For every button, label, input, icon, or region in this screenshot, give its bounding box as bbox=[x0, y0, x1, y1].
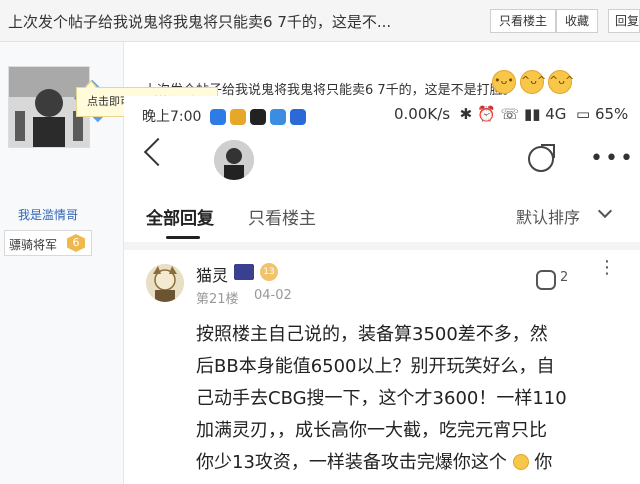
favorite-button[interactable]: 收藏 bbox=[556, 9, 599, 33]
sort-dropdown[interactable]: 默认排序 bbox=[516, 204, 580, 228]
share-icon[interactable] bbox=[528, 144, 555, 172]
comment-line: 按照楼主自己说的，装备算3500差不多，然 bbox=[196, 324, 548, 345]
battery-percent: 65% bbox=[594, 105, 629, 123]
app-icon bbox=[210, 109, 226, 125]
comment-item: 猫灵 13 第21楼 04-02 2 ⋮ 按照楼主自己说的，装备算3500差不多… bbox=[124, 250, 640, 484]
status-bar: 晚上7:00 0.00K/s ✱ ⏰ ☏ ▮▮ 4G ▭ 65% bbox=[124, 102, 640, 130]
active-tab-indicator bbox=[166, 236, 200, 239]
author-name[interactable]: 我是滥情哥 bbox=[18, 206, 78, 223]
more-icon[interactable]: ⋮ bbox=[598, 259, 616, 277]
level-badge: 13 bbox=[260, 263, 278, 281]
status-time: 晚上7:00 bbox=[142, 109, 202, 125]
divider bbox=[124, 242, 640, 250]
emoji-icon: ^ᴗ^ bbox=[548, 70, 574, 94]
back-icon[interactable] bbox=[143, 137, 173, 167]
emoji-icon: ^ᴗ^ bbox=[520, 70, 546, 94]
commenter-avatar[interactable] bbox=[146, 264, 184, 302]
comment-line: 后BB本身能值6500以上？别开玩笑好么，自 bbox=[196, 356, 555, 377]
chevron-down-icon[interactable] bbox=[597, 203, 613, 219]
like-icon[interactable] bbox=[536, 270, 556, 290]
tab-all-replies[interactable]: 全部回复 bbox=[146, 204, 214, 229]
reply-tabs: 全部回复 只看楼主 默认排序 bbox=[124, 194, 640, 243]
status-right: 0.00K/s ✱ ⏰ ☏ ▮▮ 4G ▭ 65% bbox=[394, 105, 628, 123]
like-count: 2 bbox=[560, 270, 569, 285]
nav-bar: ••• bbox=[124, 136, 640, 186]
signal-label: 4G bbox=[545, 105, 567, 123]
level-badge: 6 bbox=[67, 234, 85, 252]
only-op-button[interactable]: 只看楼主 bbox=[490, 9, 557, 33]
smile-emoji-icon bbox=[512, 454, 529, 470]
app-icon bbox=[270, 109, 286, 125]
rank-label: 骠骑将军 bbox=[9, 238, 58, 252]
tab-only-op[interactable]: 只看楼主 bbox=[248, 204, 316, 229]
comment-date: 04-02 bbox=[254, 288, 292, 303]
bluetooth-icon: ✱ ⏰ ☏ ▮▮ bbox=[454, 105, 541, 123]
post-title: 上次发个帖子给我说鬼将我鬼将只能卖6 7千的，这是不... bbox=[8, 13, 392, 31]
author-rank: 骠骑将军 6 bbox=[4, 230, 92, 256]
vip-badge-icon bbox=[234, 264, 254, 280]
top-bar: 上次发个帖子给我说鬼将我鬼将只能卖6 7千的，这是不... 只看楼主 收藏 回复 bbox=[0, 0, 640, 42]
comment-line: 己动手去CBG搜一下，这个才3600！一样110 bbox=[196, 388, 567, 409]
comment-line: 你少13攻资，一样装备攻击完爆你这个 bbox=[196, 452, 507, 473]
more-icon[interactable]: ••• bbox=[590, 148, 635, 170]
emoji-icon: •ᴗ• bbox=[492, 70, 516, 94]
app-icon bbox=[230, 109, 246, 125]
comment-line-with-emoji: 你少13攻资，一样装备攻击完爆你这个 你 bbox=[196, 448, 552, 474]
comment-line: 加满灵刃，，成长高你一大截，吃完元宵只比 bbox=[196, 420, 547, 441]
baidu-icon bbox=[290, 109, 306, 125]
embedded-screenshot: 晚上7:00 0.00K/s ✱ ⏰ ☏ ▮▮ 4G ▭ 65% ••• 全部回… bbox=[124, 96, 640, 484]
floor-number: 第21楼 bbox=[196, 292, 239, 307]
battery-icon: ▭ bbox=[571, 105, 591, 123]
comment-line: 你 bbox=[534, 452, 553, 473]
op-avatar[interactable] bbox=[214, 140, 254, 180]
network-speed: 0.00K/s bbox=[394, 105, 451, 123]
reply-button[interactable]: 回复 bbox=[608, 9, 640, 33]
tiktok-icon bbox=[250, 109, 266, 125]
tooltip-arrow-fill bbox=[85, 82, 97, 89]
commenter-name[interactable]: 猫灵 bbox=[196, 262, 228, 286]
